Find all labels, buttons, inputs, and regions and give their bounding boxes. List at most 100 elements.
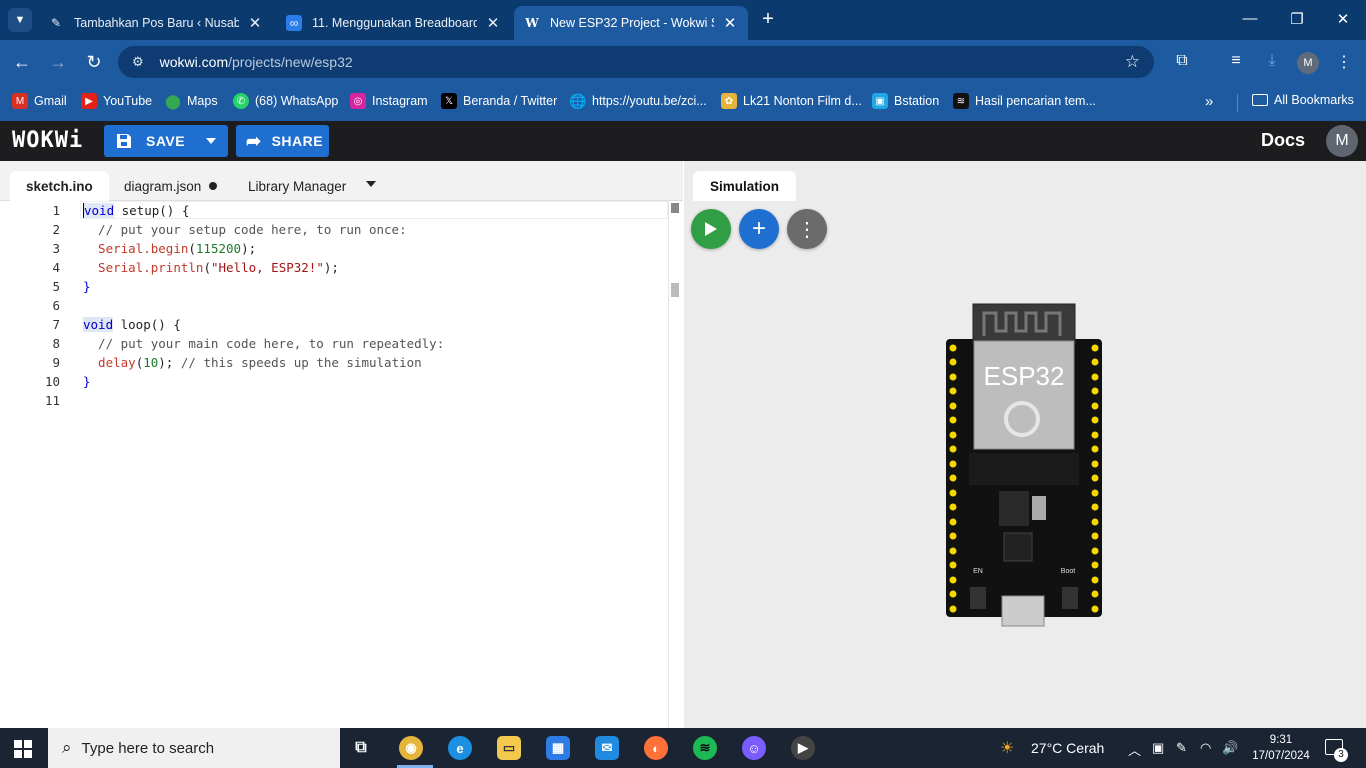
forward-icon[interactable]: → (47, 51, 69, 73)
volume-icon[interactable]: 🔊 (1222, 740, 1238, 756)
folder-icon (1252, 94, 1268, 106)
file-explorer-icon[interactable]: ▭ (497, 736, 521, 760)
line-number: 3 (52, 241, 60, 256)
show-hidden-icons-icon[interactable]: ︿ (1128, 740, 1141, 759)
clock[interactable]: 9:31 17/07/2024 (1250, 732, 1312, 764)
close-window-icon[interactable]: ✕ (1333, 10, 1353, 28)
network-device-icon[interactable]: ▣ (1152, 740, 1164, 756)
esp32-board[interactable]: ESP32 EN Boot (944, 301, 1104, 627)
more-tabs-caret-icon[interactable] (366, 181, 376, 187)
code-line: // put your setup code here, to run once… (83, 222, 407, 237)
all-bookmarks[interactable]: All Bookmarks (1252, 93, 1354, 107)
code-line: } (83, 374, 91, 389)
whatsapp-icon: ✆ (233, 93, 249, 109)
browser-tab-strip: ▼ ✎ Tambahkan Pos Baru ‹ Nusabot ✕ ∞ 11.… (0, 0, 1366, 40)
download-icon[interactable]: ⤓ (1261, 52, 1283, 70)
user-avatar[interactable]: M (1326, 125, 1358, 157)
simulation-panel: Simulation + ⋮ ESP32 EN Boot (684, 161, 1366, 728)
more-bookmarks-icon[interactable]: » (1205, 93, 1213, 110)
editor-scrollbar[interactable] (668, 201, 683, 728)
bookmark-search-result[interactable]: ≋ Hasil pencarian tem... (953, 93, 1096, 109)
more-options-button[interactable]: ⋮ (787, 209, 827, 249)
code-area[interactable]: 1 2 3 4 5 6 7 8 9 10 11 void setup() { /… (0, 201, 668, 728)
wokwi-header: WOKWi SAVE ➦ SHARE Docs M (0, 121, 1366, 161)
save-button[interactable]: SAVE (104, 133, 194, 149)
media-player-icon[interactable]: ▶ (791, 736, 815, 760)
discord-icon[interactable]: ☺ (742, 736, 766, 760)
en-button-label: EN (973, 568, 983, 575)
menu-kebab-icon[interactable]: ⋮ (1333, 52, 1355, 72)
site-settings-icon[interactable]: ⚙ (132, 54, 144, 70)
bookmark-instagram[interactable]: ◎ Instagram (350, 93, 428, 109)
tab-search-chevron-icon[interactable]: ▼ (8, 8, 32, 32)
bookmark-youtube-link[interactable]: 🌐 https://youtu.be/zci... (569, 93, 706, 109)
save-options-dropdown[interactable] (194, 125, 228, 157)
browser-tab-active[interactable]: W New ESP32 Project - Wokwi Sim ✕ (514, 6, 748, 40)
minimize-icon[interactable]: — (1240, 10, 1260, 27)
windows-start-icon[interactable] (14, 740, 32, 763)
url-text: wokwi.com/projects/new/esp32 (159, 54, 353, 70)
bookmark-maps[interactable]: ⬤ Maps (165, 92, 217, 109)
address-bar[interactable]: ⚙ wokwi.com/projects/new/esp32 ☆ (118, 46, 1154, 78)
notification-count-badge: 3 (1334, 748, 1348, 762)
pen-icon[interactable]: ✎ (1176, 740, 1187, 756)
code-line: } (83, 279, 91, 294)
tab-library-manager[interactable]: Library Manager (232, 171, 362, 201)
weather-text[interactable]: 27°C Cerah (1031, 740, 1104, 756)
instagram-icon: ◎ (350, 93, 366, 109)
scrollbar-thumb[interactable] (671, 203, 679, 213)
kebab-icon: ⋮ (797, 218, 817, 241)
docs-link[interactable]: Docs (1261, 130, 1305, 151)
bstation-icon: ▣ (872, 93, 888, 109)
mail-icon[interactable]: ✉ (595, 736, 619, 760)
browser-tab[interactable]: ∞ 11. Menggunakan Breadboard | ✕ (276, 6, 511, 40)
maps-pin-icon: ⬤ (165, 92, 181, 109)
bookmark-twitter[interactable]: 𝕏 Beranda / Twitter (441, 93, 557, 109)
bookmark-lk21[interactable]: ✿ Lk21 Nonton Film d... (721, 93, 862, 109)
browser-tab[interactable]: ✎ Tambahkan Pos Baru ‹ Nusabot ✕ (38, 6, 273, 40)
profile-avatar[interactable]: M (1297, 52, 1319, 74)
restore-icon[interactable]: ❐ (1287, 10, 1307, 28)
windows-taskbar: ⌕ Type here to search ⧉ ◉ e ▭ ▦ ✉ ◐ ≋ ☺ … (0, 728, 1366, 768)
share-arrow-icon: ➦ (246, 130, 262, 151)
tab-title: Tambahkan Pos Baru ‹ Nusabot (74, 16, 239, 30)
new-tab-icon[interactable]: + (758, 8, 778, 31)
bookmark-whatsapp[interactable]: ✆ (68) WhatsApp (233, 93, 338, 109)
search-result-icon: ≋ (953, 93, 969, 109)
wordpress-icon: ✎ (50, 16, 62, 30)
media-controls-icon[interactable]: ≡ (1225, 52, 1247, 70)
firefox-icon[interactable]: ◐ (644, 736, 668, 760)
unsaved-dot-icon (209, 182, 218, 190)
task-view-icon[interactable]: ⧉ (349, 736, 373, 760)
close-tab-icon[interactable]: ✕ (247, 14, 263, 32)
close-tab-icon[interactable]: ✕ (485, 14, 501, 32)
bookmark-youtube[interactable]: ▶ YouTube (81, 93, 152, 109)
start-simulation-button[interactable] (691, 209, 731, 249)
line-number: 6 (52, 298, 60, 313)
bookmark-bstation[interactable]: ▣ Bstation (872, 93, 939, 109)
back-icon[interactable]: ← (11, 51, 33, 73)
weather-icon[interactable]: ☀ (1000, 738, 1014, 758)
share-button[interactable]: ➦ SHARE (236, 125, 329, 157)
wifi-icon[interactable]: ◠ (1200, 740, 1211, 756)
taskbar-search[interactable]: ⌕ Type here to search (48, 728, 340, 768)
tab-sketch-ino[interactable]: sketch.ino (10, 171, 109, 201)
tab-simulation[interactable]: Simulation (693, 171, 797, 201)
edge-icon[interactable]: e (448, 736, 472, 760)
extensions-icon[interactable]: ⧉ (1171, 52, 1193, 70)
spotify-icon[interactable]: ≋ (693, 736, 717, 760)
code-line: // put your main code here, to run repea… (83, 336, 445, 351)
wokwi-logo[interactable]: WOKWi (12, 128, 83, 153)
reload-icon[interactable]: ↻ (83, 51, 105, 73)
bookmark-gmail[interactable]: M Gmail (12, 93, 67, 109)
bookmark-star-icon[interactable]: ☆ (1125, 52, 1140, 72)
close-tab-icon[interactable]: ✕ (722, 14, 738, 32)
add-part-button[interactable]: + (739, 209, 779, 249)
microsoft-store-icon[interactable]: ▦ (546, 736, 570, 760)
chrome-icon[interactable]: ◉ (399, 736, 423, 760)
line-number: 1 (52, 203, 60, 218)
line-number: 8 (52, 336, 60, 351)
tab-diagram-json[interactable]: diagram.json (108, 171, 233, 201)
plus-icon: + (751, 215, 766, 242)
code-editor-panel: sketch.ino diagram.json Library Manager … (0, 161, 683, 728)
